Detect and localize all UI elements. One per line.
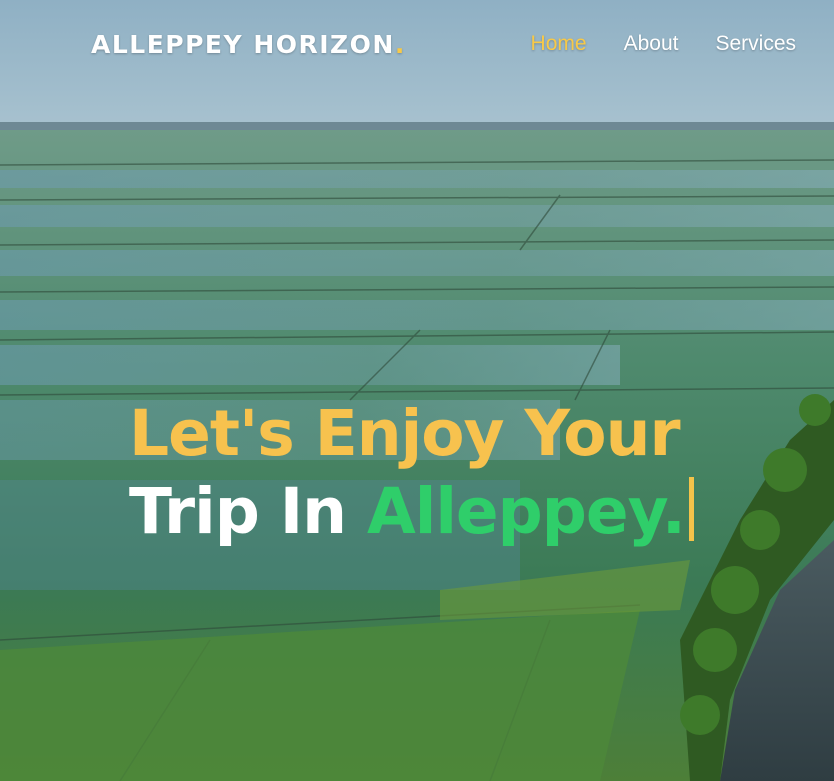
page: ALLEPPEY HORIZON. Home About Services Le… [0, 0, 834, 781]
typing-cursor [688, 477, 694, 541]
hero-line-1: Let's Enjoy Your [129, 397, 681, 470]
brand-logo[interactable]: ALLEPPEY HORIZON. [91, 30, 406, 59]
brand-dot: . [394, 29, 406, 59]
hero-line-2: Trip In Alleppey. [129, 473, 694, 551]
nav-link-services[interactable]: Services [715, 32, 796, 56]
hero-line-2-prefix: Trip In [129, 475, 367, 548]
hero-background-image [0, 0, 834, 781]
hero-heading: Let's Enjoy Your Trip In Alleppey. [129, 395, 694, 551]
brand-name: ALLEPPEY HORIZON [91, 29, 395, 59]
nav-link-about[interactable]: About [624, 32, 679, 56]
nav-link-home[interactable]: Home [531, 32, 587, 56]
nav-links: Home About Services [531, 32, 796, 56]
hero-destination: Alleppey. [366, 475, 686, 548]
navbar: ALLEPPEY HORIZON. Home About Services [0, 0, 834, 88]
